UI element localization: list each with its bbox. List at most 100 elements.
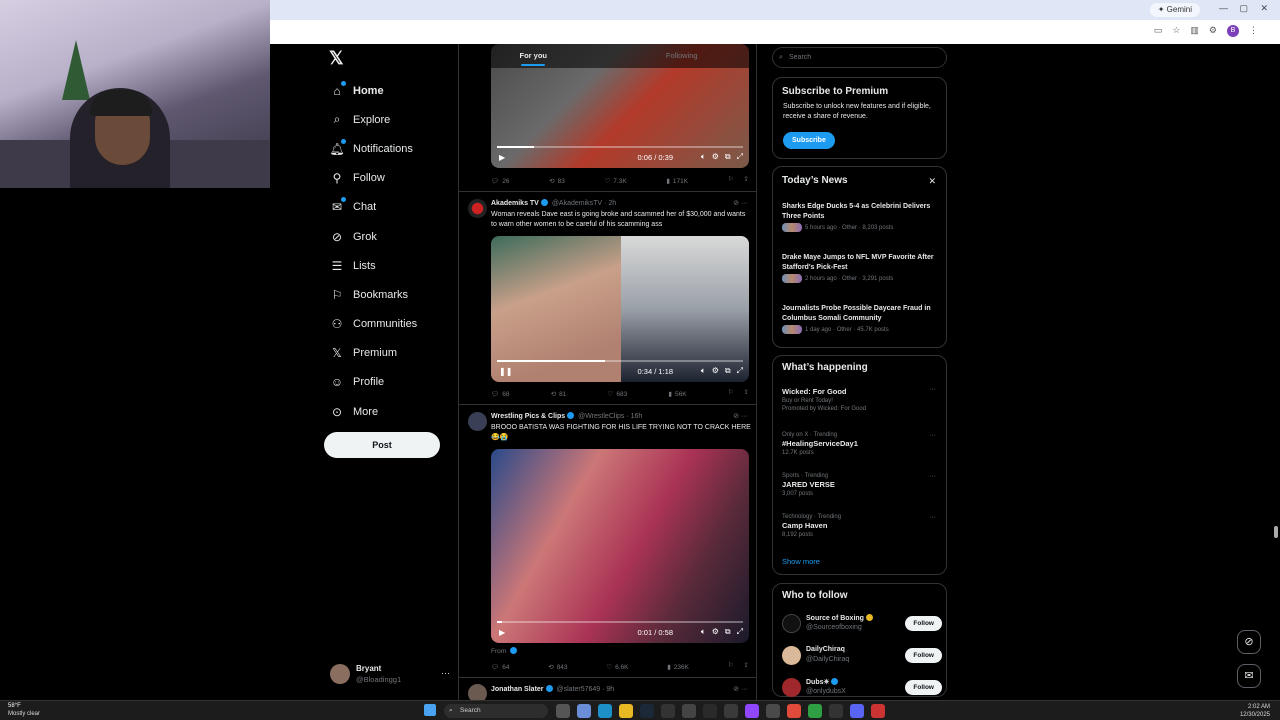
show-more-link[interactable]: Show more <box>782 557 820 566</box>
news-item[interactable]: Sharks Edge Ducks 5-4 as Celebrini Deliv… <box>782 202 942 232</box>
twitch-icon[interactable] <box>745 704 759 718</box>
repost-button[interactable]: ⟲ 843 <box>548 661 567 673</box>
nav-item-follow[interactable]: ⚲ Follow <box>330 164 460 193</box>
messages-icon[interactable]: ✉ <box>1237 664 1261 688</box>
nav-item-lists[interactable]: ☰ Lists <box>330 251 460 280</box>
tweet-author[interactable]: Jonathan Slater <box>491 686 544 693</box>
repost-button[interactable]: ⟲ 81 <box>551 388 567 400</box>
system-clock[interactable]: 2:02 AM 12/30/2025 <box>1240 703 1270 719</box>
tweet-author[interactable]: Wrestling Pics & Clips <box>491 413 565 420</box>
follow-suggestion[interactable]: DailyChiraq @DailyChiraq Follow <box>782 644 942 668</box>
volume-icon[interactable]: 🔈︎ <box>701 366 706 376</box>
discord-icon[interactable] <box>850 704 864 718</box>
app-icon[interactable] <box>829 704 843 718</box>
post-button[interactable]: Post <box>324 432 440 458</box>
account-switcher[interactable]: Bryant @Bloadingg1 ··· <box>330 662 450 686</box>
video-progress[interactable] <box>497 621 743 623</box>
x-logo-icon[interactable]: 𝕏 <box>329 48 344 69</box>
bookmark-icon[interactable]: ⚐ <box>728 388 734 400</box>
volume-icon[interactable]: 🔈︎ <box>701 152 706 162</box>
app-icon[interactable] <box>766 704 780 718</box>
subscribe-button[interactable]: Subscribe <box>783 132 835 149</box>
tweet-video[interactable]: ▶ 0:01 / 0:58 🔈︎ ⚙ ⧉ ⤢ <box>491 449 749 643</box>
reply-button[interactable]: 💬︎ 68 <box>491 388 510 400</box>
extension-icon[interactable]: ⚙ <box>1209 25 1217 37</box>
app-icon[interactable] <box>661 704 675 718</box>
settings-icon[interactable]: ⚙ <box>712 366 719 376</box>
minimize-icon[interactable]: — <box>1219 3 1228 13</box>
more-icon[interactable]: ··· <box>741 200 748 207</box>
nav-item-explore[interactable]: ⌕ Explore <box>330 105 460 134</box>
news-item[interactable]: Drake Maye Jumps to NFL MVP Favorite Aft… <box>782 253 942 283</box>
fullscreen-icon[interactable]: ⤢ <box>737 152 743 162</box>
fullscreen-icon[interactable]: ⤢ <box>737 366 743 376</box>
more-icon[interactable]: ··· <box>929 386 936 393</box>
nav-item-home[interactable]: ⌂ Home <box>330 76 460 105</box>
tweet-source[interactable]: From <box>491 647 519 655</box>
grok-icon[interactable]: ⊘ <box>733 200 739 207</box>
video-progress[interactable] <box>497 146 743 148</box>
tweet-menu[interactable]: ⊘ ··· <box>733 199 748 207</box>
app-icon[interactable] <box>808 704 822 718</box>
nav-item-notifications[interactable]: 🔔︎ Notifications <box>329 134 460 163</box>
tweet-menu[interactable]: ⊘ ··· <box>733 685 748 693</box>
obs-icon[interactable] <box>682 704 696 718</box>
follow-button[interactable]: Follow <box>905 680 942 695</box>
weather-widget[interactable]: 58°F Mostly clear <box>8 702 40 718</box>
nav-item-bookmarks[interactable]: ⚐ Bookmarks <box>330 280 460 309</box>
chrome-icon[interactable] <box>787 704 801 718</box>
nav-item-more[interactable]: ⊙ More <box>330 397 460 426</box>
bookmark-icon[interactable]: ⚐ <box>728 661 734 673</box>
windows-start-icon[interactable] <box>424 704 436 716</box>
avatar[interactable] <box>468 412 487 431</box>
search-input[interactable]: ⌕ Search <box>772 47 947 68</box>
news-item[interactable]: Journalists Probe Possible Daycare Fraud… <box>782 304 942 334</box>
task-view-icon[interactable] <box>556 704 570 718</box>
explorer-icon[interactable] <box>619 704 633 718</box>
app-icon[interactable] <box>871 704 885 718</box>
maximize-icon[interactable]: ▢ <box>1239 3 1248 14</box>
pip-icon[interactable]: ⧉ <box>725 366 731 376</box>
more-icon[interactable]: ··· <box>741 686 748 693</box>
volume-icon[interactable]: 🔈︎ <box>701 627 706 637</box>
trend-item[interactable]: Technology · Trending Camp Haven 8,192 p… <box>782 514 942 538</box>
like-button[interactable]: ♡ 7.3K <box>604 175 626 187</box>
menu-icon[interactable]: ⋮ <box>1249 25 1258 37</box>
share-icon[interactable]: ⇪ <box>744 661 749 673</box>
share-icon[interactable]: ⇪ <box>744 175 749 187</box>
taskbar-search[interactable]: ⌕ Search <box>444 704 548 718</box>
follow-suggestion[interactable]: Source of Boxing @Sourceofboxing Follow <box>782 612 942 636</box>
follow-button[interactable]: Follow <box>905 616 942 631</box>
pip-icon[interactable]: ⧉ <box>725 627 731 637</box>
pip-icon[interactable]: ⧉ <box>725 152 731 162</box>
like-button[interactable]: ♡ 6.6K <box>606 661 628 673</box>
views-button[interactable]: ▮ 171K <box>666 175 688 187</box>
profile-avatar-icon[interactable]: B <box>1227 25 1239 37</box>
edge-icon[interactable] <box>598 704 612 718</box>
trend-item[interactable]: Wicked: For Good Buy or Rent Today! Prom… <box>782 386 942 412</box>
trend-item[interactable]: Sports · Trending JARED VERSE 3,007 post… <box>782 473 942 497</box>
scrollbar-thumb[interactable] <box>1274 526 1278 538</box>
star-icon[interactable]: ☆ <box>1172 25 1180 37</box>
trend-item[interactable]: Only on X · Trending #HealingServiceDay1… <box>782 432 942 456</box>
play-icon[interactable]: ▶ <box>499 628 505 637</box>
play-icon[interactable]: ▶ <box>499 153 505 162</box>
tab-for-you[interactable]: For you <box>459 44 608 68</box>
bookmark-icon[interactable]: ⚐ <box>728 175 734 187</box>
more-icon[interactable]: ··· <box>741 413 748 420</box>
nav-item-grok[interactable]: ⊘ Grok <box>330 222 460 251</box>
more-icon[interactable]: ··· <box>929 432 936 439</box>
nav-item-profile[interactable]: ☺ Profile <box>330 368 460 397</box>
grok-icon[interactable]: ⊘ <box>1237 630 1261 654</box>
app-icon[interactable] <box>724 704 738 718</box>
tweet-author[interactable]: Akademiks TV <box>491 200 539 207</box>
nav-item-chat[interactable]: ✉ Chat <box>330 193 460 222</box>
close-icon[interactable]: ✕ <box>928 176 936 187</box>
steam-icon[interactable] <box>640 704 654 718</box>
reply-button[interactable]: 💬︎ 64 <box>491 661 510 673</box>
close-window-icon[interactable]: ✕ <box>1260 3 1268 14</box>
video-progress[interactable] <box>497 360 743 362</box>
gemini-button[interactable]: ✦ Gemini <box>1149 3 1200 17</box>
avatar[interactable] <box>468 684 487 700</box>
tweet-menu[interactable]: ⊘ ··· <box>733 412 748 420</box>
